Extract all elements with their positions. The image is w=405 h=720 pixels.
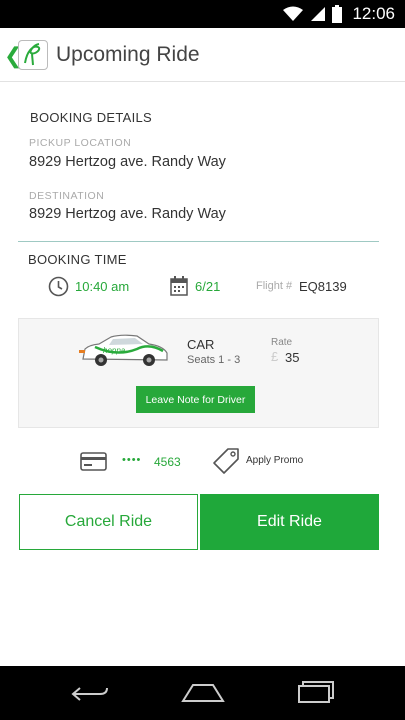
card-last4[interactable]: 4563 xyxy=(154,455,181,469)
app-logo[interactable] xyxy=(18,40,48,70)
card-dots: •••• xyxy=(122,454,142,466)
app-bar: ❮ Upcoming Ride xyxy=(0,28,405,82)
booking-time-section: BOOKING TIME 10:40 am 6/21 Flight # EQ81… xyxy=(18,242,379,308)
rate-label: Rate xyxy=(271,337,293,348)
navigation-bar xyxy=(0,666,405,720)
flight-label: Flight # xyxy=(256,280,293,292)
destination-value[interactable]: 8929 Hertzog ave. Randy Way xyxy=(29,206,226,222)
date-value[interactable]: 6/21 xyxy=(195,279,220,294)
currency-symbol: £ xyxy=(271,349,279,364)
status-icons: 12:06 xyxy=(282,4,395,24)
booking-time-title: BOOKING TIME xyxy=(28,252,127,267)
edit-ride-button[interactable]: Edit Ride xyxy=(200,494,379,550)
home-icon[interactable] xyxy=(181,683,225,703)
credit-card-icon xyxy=(80,452,107,471)
calendar-icon xyxy=(170,276,188,296)
seats-info: Seats 1 - 3 xyxy=(187,354,241,366)
clock-icon xyxy=(48,276,69,297)
car-brand-text: hoppa xyxy=(103,346,126,355)
status-bar: 12:06 xyxy=(0,0,405,28)
pickup-label: PICKUP LOCATION xyxy=(29,137,132,149)
leave-note-button[interactable]: Leave Note for Driver xyxy=(136,386,255,413)
recent-apps-icon[interactable] xyxy=(297,680,335,704)
cancel-ride-button[interactable]: Cancel Ride xyxy=(19,494,198,550)
signal-icon xyxy=(311,7,326,21)
rate-value: 35 xyxy=(285,350,300,365)
flight-value[interactable]: EQ8139 xyxy=(299,279,347,294)
destination-label: DESTINATION xyxy=(29,190,105,202)
status-time: 12:06 xyxy=(352,4,395,23)
payment-row: •••• 4563 Apply Promo xyxy=(0,440,405,484)
booking-details-title: BOOKING DETAILS xyxy=(30,110,153,125)
battery-icon xyxy=(332,5,343,23)
ride-card: hoppa CAR Seats 1 - 3 Rate £ 35 Leave No… xyxy=(18,318,379,428)
apply-promo-link[interactable]: Apply Promo xyxy=(246,455,303,466)
time-value[interactable]: 10:40 am xyxy=(75,279,129,294)
tag-icon[interactable] xyxy=(212,447,240,475)
wifi-icon xyxy=(283,6,304,21)
vehicle-type: CAR xyxy=(187,337,215,352)
back-icon[interactable] xyxy=(70,684,110,704)
page-title: Upcoming Ride xyxy=(56,43,200,66)
booking-details-section: BOOKING DETAILS PICKUP LOCATION 8929 Her… xyxy=(18,82,379,242)
booking-time-row: 10:40 am 6/21 Flight # EQ8139 xyxy=(18,274,379,298)
pickup-value[interactable]: 8929 Hertzog ave. Randy Way xyxy=(29,154,226,170)
